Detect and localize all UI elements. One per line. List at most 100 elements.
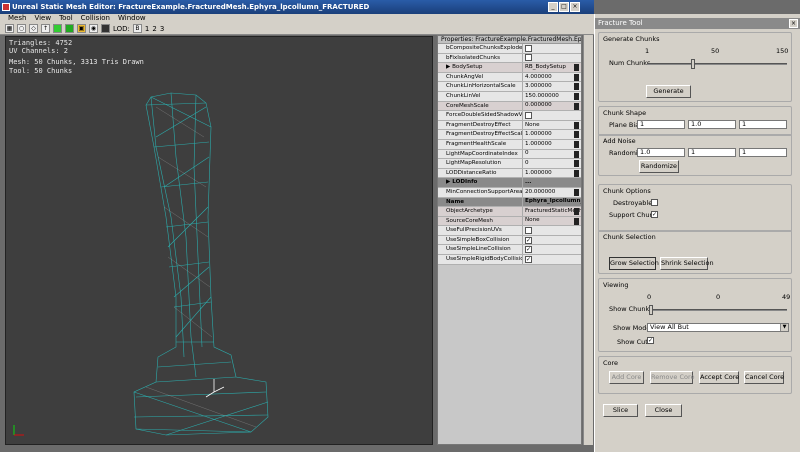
lod-2-button[interactable]: 2 (152, 25, 156, 33)
plane-bias-y[interactable]: 1.0 (688, 120, 736, 129)
property-value[interactable]: 0.000000 (523, 102, 581, 111)
property-value[interactable]: 0 (523, 150, 581, 159)
sphere-icon[interactable]: ○ (17, 24, 26, 33)
property-row[interactable]: CoreMeshScale 0.000000 (438, 101, 581, 112)
property-row[interactable]: Name Ephyra_lpcollumn_ (438, 197, 581, 208)
property-value[interactable]: 1.000000 (523, 140, 581, 149)
property-row[interactable]: bCompositeChunksExplodeOnIm (438, 44, 581, 54)
lod-1-button[interactable]: 1 (145, 25, 149, 33)
property-checkbox[interactable] (525, 111, 532, 119)
property-row[interactable]: LODDistanceRatio 1.000000 (438, 168, 581, 179)
spinner-icon[interactable] (574, 83, 579, 91)
plane-bias-x[interactable]: 1 (637, 120, 685, 129)
cancel-core-button[interactable]: Cancel Core (744, 371, 784, 384)
properties-scrollbar[interactable] (583, 35, 593, 445)
property-row[interactable]: bFixIsolatedChunks (438, 53, 581, 64)
bounds-icon[interactable]: ◇ (29, 24, 38, 33)
property-row[interactable]: ForceDoubleSidedShadowVolume (438, 111, 581, 121)
property-value[interactable] (523, 44, 581, 53)
close-icon[interactable]: × (789, 19, 798, 28)
spinner-icon[interactable] (574, 208, 579, 216)
num-chunks-slider[interactable] (647, 59, 787, 69)
property-value[interactable]: 0 (523, 159, 581, 168)
support-chunk-checkbox[interactable]: ✓ (651, 211, 658, 218)
menu-view[interactable]: View (34, 14, 51, 23)
property-value[interactable]: ✓ (523, 245, 581, 254)
property-row[interactable]: ChunkLinHorizontalScale 3.000000 (438, 82, 581, 92)
show-cuts-checkbox[interactable]: ✓ (647, 337, 654, 344)
property-value[interactable] (523, 226, 581, 235)
property-row[interactable]: UseSimpleBoxCollision ✓ (438, 235, 581, 246)
spinner-icon[interactable] (574, 150, 579, 158)
property-value[interactable]: RB_BodySetup (523, 63, 581, 72)
property-value[interactable]: 3.000000 (523, 82, 581, 91)
lod-base-button[interactable]: B (132, 24, 142, 33)
menu-tool[interactable]: Tool (59, 14, 73, 23)
normals-icon[interactable]: ↑ (41, 24, 50, 33)
property-row[interactable]: ▶ BodySetup RB_BodySetup (438, 63, 581, 73)
property-value[interactable]: ✓ (523, 255, 581, 264)
property-row[interactable]: UseSimpleRigidBodyCollision ✓ (438, 255, 581, 265)
menu-mesh[interactable]: Mesh (8, 14, 26, 23)
spinner-icon[interactable] (574, 160, 579, 168)
noise-z[interactable]: 1 (739, 148, 787, 157)
show-chunks-slider[interactable] (649, 305, 787, 315)
property-row[interactable]: UseFullPrecisionUVs (438, 226, 581, 236)
maximize-button[interactable]: □ (559, 2, 569, 12)
close-button[interactable]: × (570, 2, 580, 12)
lod-3-button[interactable]: 3 (160, 25, 164, 33)
spinner-icon[interactable] (574, 217, 579, 225)
noise-y[interactable]: 1 (688, 148, 736, 157)
add-core-button[interactable]: Add Core (609, 371, 644, 384)
spinner-icon[interactable] (574, 64, 579, 72)
generate-button[interactable]: Generate (646, 85, 691, 98)
spinner-icon[interactable] (574, 169, 579, 177)
spinner-icon[interactable] (574, 121, 579, 129)
property-row[interactable]: SourceCoreMesh None (438, 216, 581, 227)
property-checkbox[interactable] (525, 54, 532, 62)
spinner-icon[interactable] (574, 131, 579, 139)
destroyable-checkbox[interactable] (651, 199, 658, 206)
property-value[interactable]: Ephyra_lpcollumn_ (523, 198, 581, 207)
property-row[interactable]: UseSimpleLineCollision ✓ (438, 245, 581, 256)
mesh-viewport[interactable]: Triangles: 4752 UV Channels: 2 Mesh: 50 … (5, 36, 433, 445)
property-value[interactable] (523, 111, 581, 120)
noise-x[interactable]: 1.0 (637, 148, 685, 157)
spinner-icon[interactable] (574, 188, 579, 196)
shrink-selection-button[interactable]: Shrink Selection (660, 257, 714, 270)
spinner-icon[interactable] (574, 140, 579, 148)
property-row[interactable]: LightMapResolution 0 (438, 159, 581, 169)
num-chunks-thumb[interactable] (691, 59, 696, 69)
spinner-icon[interactable] (574, 92, 579, 100)
property-value[interactable]: 4.000000 (523, 73, 581, 82)
property-value[interactable]: None (523, 217, 581, 226)
property-checkbox[interactable]: ✓ (525, 255, 532, 263)
property-row[interactable]: ObjectArchetype FracturedStaticMesh (438, 207, 581, 217)
grow-selection-button[interactable]: Grow Selection (609, 257, 659, 270)
plane-bias-z[interactable]: 1 (739, 120, 787, 129)
property-checkbox[interactable] (525, 44, 532, 52)
property-value[interactable]: FracturedStaticMesh (523, 207, 581, 216)
render-icon[interactable] (101, 24, 110, 33)
wireframe-icon[interactable]: ▦ (5, 24, 14, 33)
property-value[interactable]: None (523, 121, 581, 130)
camera-icon[interactable]: ◉ (89, 24, 98, 33)
property-row[interactable]: ▶ LODInfo... (438, 178, 581, 188)
property-value[interactable]: 1.000000 (523, 130, 581, 139)
remove-core-button[interactable]: Remove Core (650, 371, 695, 384)
property-value[interactable]: 1.000000 (523, 169, 581, 178)
slice-button[interactable]: Slice (603, 404, 638, 417)
property-checkbox[interactable] (525, 227, 532, 235)
lock-icon[interactable]: ▣ (77, 24, 86, 33)
property-value[interactable] (523, 54, 581, 63)
property-value[interactable]: 150.000000 (523, 92, 581, 101)
show-chunks-thumb[interactable] (649, 305, 653, 315)
property-value[interactable]: ✓ (523, 236, 581, 245)
property-row[interactable]: ChunkLinVel 150.000000 (438, 91, 581, 102)
property-value[interactable]: 20.000000 (523, 188, 581, 197)
spinner-icon[interactable] (574, 73, 579, 81)
minimize-button[interactable]: _ (548, 2, 558, 12)
close-button-bottom[interactable]: Close (645, 404, 682, 417)
property-value[interactable]: ... (523, 178, 581, 187)
property-checkbox[interactable]: ✓ (525, 246, 532, 254)
